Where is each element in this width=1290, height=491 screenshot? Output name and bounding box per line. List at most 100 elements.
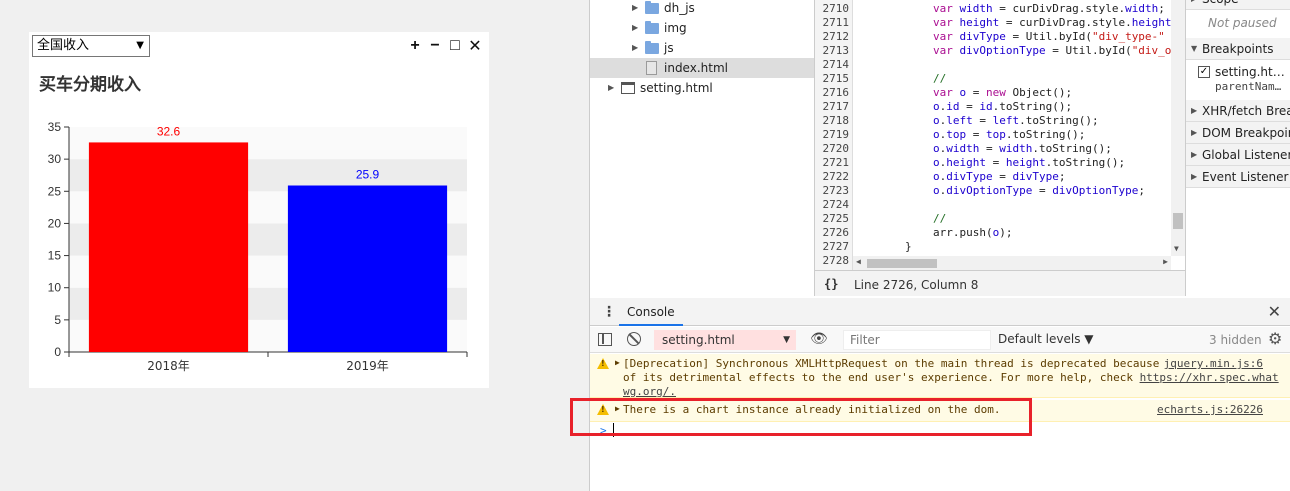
sidebar-toggle-icon[interactable] (598, 333, 612, 346)
scope-section[interactable]: ▶ Scope (1186, 0, 1290, 10)
bar-value-label: 32.6 (157, 124, 181, 138)
section-label: Breakpoints (1202, 42, 1274, 56)
code-line: o.width = width.toString(); (933, 142, 1112, 155)
line-number[interactable]: 2719 (815, 128, 850, 142)
code-line: o.divType = divType; (933, 170, 1066, 183)
line-number[interactable]: 2721 (815, 156, 850, 170)
vertical-scrollbar[interactable]: ▼ (1171, 0, 1185, 256)
region-select[interactable]: 全国收入 ▼ (32, 35, 150, 57)
line-number[interactable]: 2725 (815, 212, 850, 226)
expand-triangle-icon[interactable]: ▶ (615, 358, 620, 367)
tree-item-label: img (664, 21, 687, 35)
y-tick-label: 5 (54, 313, 61, 327)
live-expression-eye-icon[interactable]: 👁 (810, 331, 828, 347)
dom-breakpoints-section[interactable]: ▶ DOM Breakpoints (1186, 122, 1290, 144)
line-number[interactable]: 2717 (815, 100, 850, 114)
line-number[interactable]: 2714 (815, 58, 850, 72)
line-number[interactable]: 2716 (815, 86, 850, 100)
maximize-icon[interactable]: □ (447, 36, 463, 56)
tree-item-label: index.html (664, 61, 728, 75)
message-source-link[interactable]: jquery.min.js:6 (1164, 357, 1263, 370)
xhr-spec-link[interactable]: https://xhr.spec.what (1140, 371, 1279, 384)
file-icon (646, 61, 657, 75)
widget-controls: + − □ ✕ (407, 36, 483, 56)
page-area: 0 5 10 15 20 25 30 35 32.6 2018年 25.9 2019年 全国收入 ▼ … (0, 0, 589, 491)
code-line: // (933, 72, 947, 85)
expand-triangle-icon: ▶ (632, 43, 639, 52)
line-number[interactable]: 2718 (815, 114, 850, 128)
folder-icon (645, 21, 659, 34)
code-line: var width = curDivDrag.style.width; (933, 2, 1165, 15)
console-toolbar: setting.html ▼ 👁 Filter Default levels ▼… (590, 327, 1290, 353)
console-message-warning[interactable]: ▶ There is a chart instance already init… (590, 400, 1290, 422)
context-select[interactable]: setting.html ▼ (654, 330, 796, 350)
scroll-down-icon[interactable]: ▼ (1174, 244, 1179, 253)
y-tick-label: 20 (48, 216, 62, 230)
filter-input[interactable]: Filter (843, 330, 991, 350)
tab-console[interactable]: Console (619, 298, 683, 326)
debugger-sidebar: ▶ Scope Not paused ▼ Breakpoints ✓ setti… (1185, 0, 1290, 296)
breakpoints-section[interactable]: ▼ Breakpoints (1186, 38, 1290, 60)
folder-icon (645, 1, 659, 14)
breakpoint-checkbox[interactable]: ✓ (1198, 66, 1210, 78)
code-line: arr.push(o); (933, 226, 1013, 239)
tree-item-dh-js[interactable]: ▶ dh_js (590, 0, 814, 18)
y-tick-label: 25 (48, 184, 62, 198)
more-options-icon[interactable]: ⋮ (602, 303, 616, 320)
add-icon[interactable]: + (407, 36, 423, 56)
scrollbar-thumb[interactable] (867, 259, 937, 268)
global-listeners-section[interactable]: ▶ Global Listeners (1186, 144, 1290, 166)
console-prompt-icon: > (600, 424, 607, 437)
code-line: } (905, 240, 912, 253)
message-source-link[interactable]: echarts.js:26226 (1157, 403, 1263, 416)
xhr-spec-link-cont[interactable]: wg.org/. (623, 385, 676, 398)
line-number[interactable]: 2712 (815, 30, 850, 44)
line-number[interactable]: 2728 (815, 254, 850, 268)
line-number[interactable]: 2713 (815, 44, 850, 58)
log-levels-dropdown[interactable]: Default levels ▼ (998, 332, 1094, 346)
tree-item-setting-html[interactable]: ▶ setting.html (590, 78, 814, 98)
event-listener-breakpoints-section[interactable]: ▶ Event Listener Breakpoints (1186, 166, 1290, 188)
scrollbar-thumb[interactable] (1173, 213, 1183, 229)
breakpoint-file[interactable]: setting.ht… (1215, 65, 1285, 79)
tree-item-index-html[interactable]: index.html (590, 58, 814, 78)
horizontal-scrollbar[interactable]: ◀ ▶ (853, 256, 1171, 270)
line-number[interactable]: 2720 (815, 142, 850, 156)
minimize-icon[interactable]: − (427, 36, 443, 56)
collapse-triangle-icon: ▼ (1191, 44, 1198, 53)
line-number[interactable]: 2711 (815, 16, 850, 30)
xhr-breakpoints-section[interactable]: ▶ XHR/fetch Breakpoints (1186, 100, 1290, 122)
expand-triangle-icon[interactable]: ▶ (615, 404, 620, 413)
console-message-warning[interactable]: ▶ [Deprecation] Synchronous XMLHttpReque… (590, 354, 1290, 398)
x-tick-label: 2018年 (147, 359, 190, 373)
folder-icon (645, 41, 659, 54)
pretty-print-button[interactable]: {} (824, 277, 838, 291)
tree-item-label: js (664, 41, 674, 55)
line-number[interactable]: 2710 (815, 2, 850, 16)
line-number[interactable]: 2715 (815, 72, 850, 86)
line-number[interactable]: 2724 (815, 198, 850, 212)
x-tick-label: 2019年 (346, 359, 389, 373)
gear-icon[interactable]: ⚙ (1268, 329, 1282, 348)
code-line: var divOptionType = Util.byId("div_o (933, 44, 1172, 57)
code-line: var height = curDivDrag.style.height (933, 16, 1172, 29)
line-number[interactable]: 2727 (815, 240, 850, 254)
console-input-caret[interactable] (613, 423, 614, 437)
line-number[interactable]: 2723 (815, 184, 850, 198)
scroll-left-icon[interactable]: ◀ (856, 257, 861, 266)
expand-triangle-icon: ▶ (1191, 150, 1198, 159)
tree-item-img[interactable]: ▶ img (590, 18, 814, 38)
bar-value-label: 25.9 (356, 168, 380, 182)
section-label: DOM Breakpoints (1202, 126, 1290, 140)
line-number[interactable]: 2722 (815, 170, 850, 184)
expand-triangle-icon: ▶ (608, 83, 615, 92)
close-icon[interactable]: ✕ (1268, 302, 1281, 322)
context-select-value: setting.html (662, 333, 735, 347)
close-icon[interactable]: ✕ (467, 36, 483, 56)
tree-item-js[interactable]: ▶ js (590, 38, 814, 58)
line-number[interactable]: 2726 (815, 226, 850, 240)
tree-item-label: setting.html (640, 81, 713, 95)
code-editor[interactable]: 2710 2711 2712 2713 2714 2715 2716 2717 2718 2719… (815, 0, 1185, 270)
scroll-right-icon[interactable]: ▶ (1163, 257, 1168, 266)
clear-console-icon[interactable] (627, 332, 641, 346)
